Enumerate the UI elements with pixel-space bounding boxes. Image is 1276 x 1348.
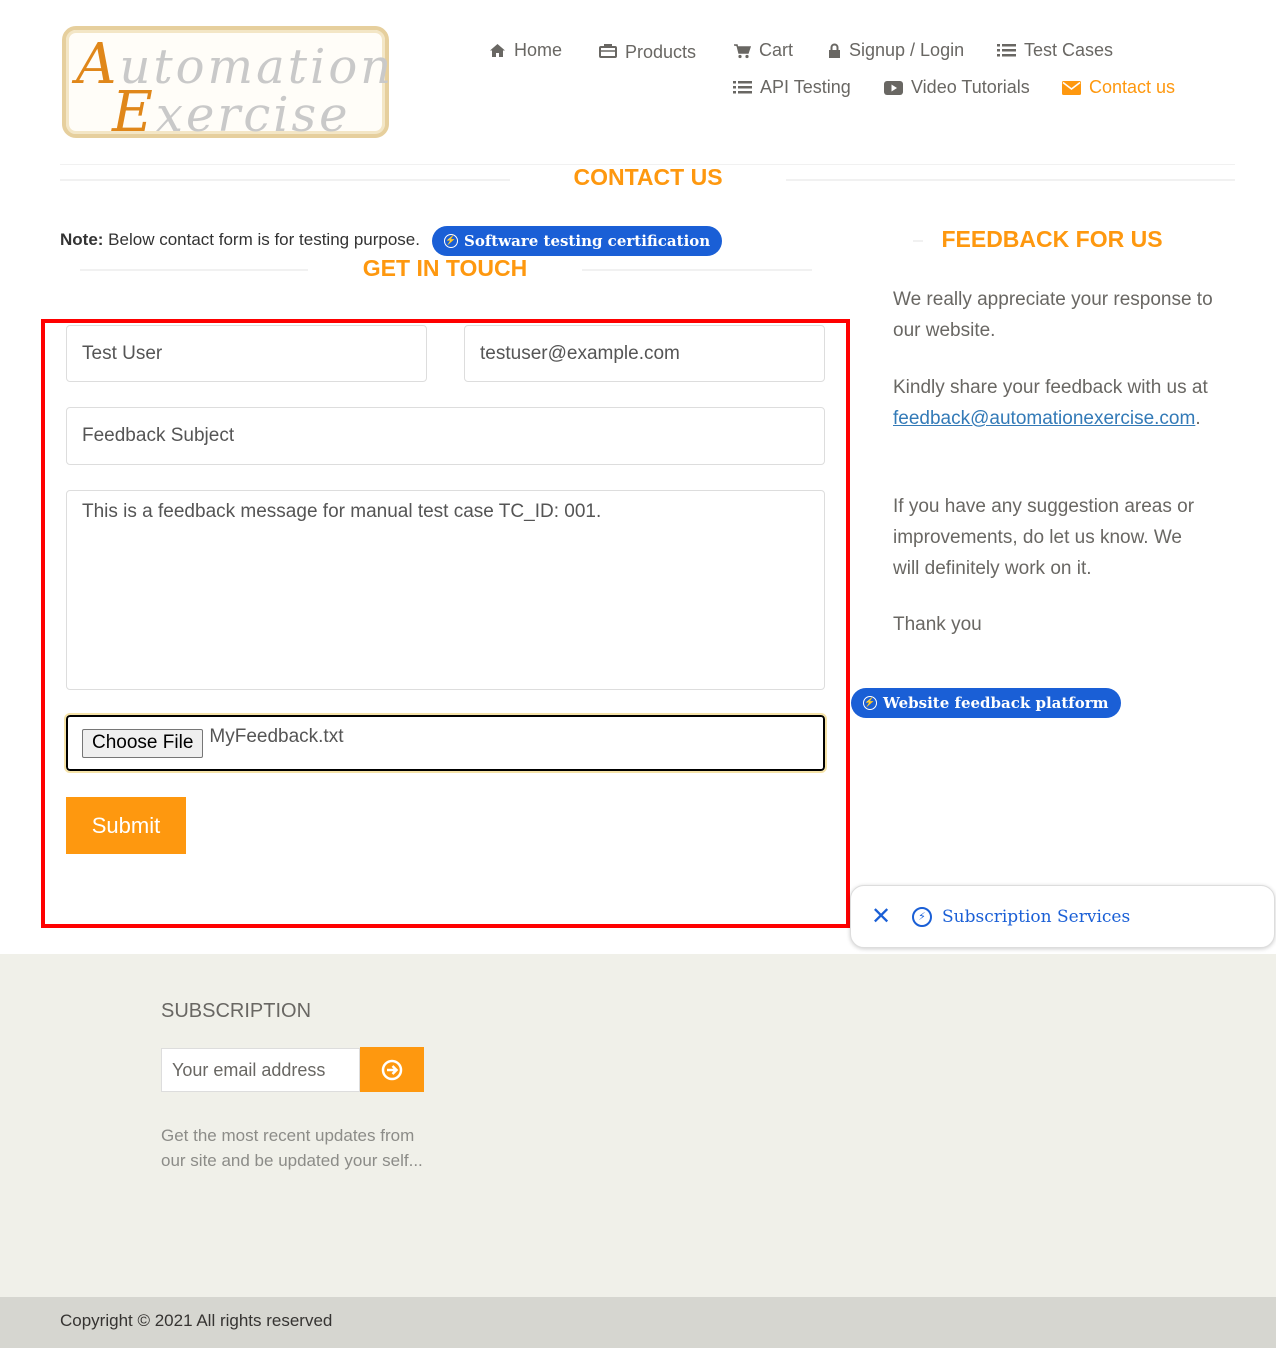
bolt-icon: ⚡: [863, 696, 877, 710]
title-rule-left: [60, 179, 510, 181]
form-note: Note: Below contact form is for testing …: [60, 230, 420, 250]
choose-file-button[interactable]: Choose File: [82, 728, 204, 758]
submit-button[interactable]: Submit: [66, 797, 186, 854]
feedback-platform-pill[interactable]: ⚡ Website feedback platform: [851, 688, 1121, 718]
contact-us-title: CONTACT US: [573, 164, 723, 190]
arrow-circle-right-icon: [381, 1059, 403, 1080]
nav-products-label: Products: [625, 42, 697, 62]
subscription-title: SUBSCRIPTION: [161, 1000, 312, 1022]
nav-home-label: Home: [514, 40, 563, 60]
subscription-services-label: Subscription Services: [942, 906, 1131, 927]
bolt-icon: ⚡: [912, 906, 932, 927]
feedback-paragraph-2: Kindly share your feedback with us at fe…: [893, 372, 1223, 434]
feedback-title: FEEDBACK FOR US: [941, 226, 1163, 252]
logo-letter-e: E: [112, 80, 156, 145]
site-logo[interactable]: Automation Exercise: [62, 26, 391, 145]
list-icon: [997, 44, 1016, 57]
get-in-touch-title: GET IN TOUCH: [362, 255, 528, 281]
subscribe-button[interactable]: [360, 1047, 424, 1092]
subject-input[interactable]: Feedback Subject: [66, 407, 825, 465]
email-input[interactable]: testuser@example.com: [464, 325, 825, 382]
nav-test-cases-label: Test Cases: [1024, 40, 1114, 60]
touch-rule-left: [80, 269, 308, 271]
name-input[interactable]: Test User: [66, 325, 427, 382]
nav-api-testing-label: API Testing: [760, 77, 851, 97]
subscription-services-ad[interactable]: ✕ ⚡ Subscription Services: [850, 885, 1275, 948]
cart-icon: [734, 43, 751, 58]
nav-video-tutorials[interactable]: Video Tutorials: [884, 77, 1030, 98]
close-icon[interactable]: ✕: [871, 902, 891, 931]
envelope-icon: [1062, 80, 1081, 95]
logo-text-line2: xercise: [155, 87, 351, 143]
subscription-description: Get the most recent updates from our sit…: [161, 1126, 423, 1170]
note-text: Below contact form is for testing purpos…: [103, 230, 420, 249]
feedback-thank-you: Thank you: [893, 614, 982, 635]
nav-signup-label: Signup / Login: [849, 40, 965, 60]
lock-icon: [829, 43, 840, 58]
nav-test-cases[interactable]: Test Cases: [997, 40, 1113, 61]
briefcase-icon: [599, 43, 617, 58]
home-icon: [490, 44, 505, 57]
list-icon: [733, 81, 752, 94]
certification-pill-label: Software testing certification: [464, 232, 711, 250]
nav-cart-label: Cart: [759, 40, 794, 60]
nav-signup-login[interactable]: Signup / Login: [828, 40, 964, 61]
copyright-text: Copyright © 2021 All rights reserved: [60, 1311, 333, 1330]
message-textarea[interactable]: This is a feedback message for manual te…: [66, 490, 825, 690]
feedback-rule-left: [913, 240, 923, 242]
selected-file-name: MyFeedback.txt: [209, 726, 344, 747]
feedback-paragraph-3: If you have any suggestion areas or impr…: [893, 496, 1195, 579]
bolt-icon: ⚡: [444, 234, 458, 248]
file-upload-input[interactable]: Choose File MyFeedback.txt: [64, 713, 827, 773]
nav-cart[interactable]: Cart: [733, 40, 793, 61]
note-label: Note:: [60, 230, 104, 249]
nav-api-testing[interactable]: API Testing: [733, 77, 851, 98]
title-rule-right: [786, 179, 1235, 181]
subscription-email-input[interactable]: Your email address: [161, 1048, 360, 1092]
nav-video-label: Video Tutorials: [911, 77, 1030, 97]
feedback-p2-suffix: .: [1195, 408, 1201, 429]
touch-rule-right: [582, 269, 812, 271]
nav-home[interactable]: Home: [489, 40, 562, 61]
certification-pill[interactable]: ⚡ Software testing certification: [432, 226, 723, 256]
nav-contact-label: Contact us: [1089, 77, 1176, 97]
nav-products[interactable]: Products: [599, 40, 697, 62]
nav-contact-us[interactable]: Contact us: [1062, 77, 1175, 98]
feedback-platform-pill-label: Website feedback platform: [883, 694, 1109, 712]
youtube-play-icon: [884, 80, 903, 95]
feedback-p2-prefix: Kindly share your feedback with us at: [893, 377, 1208, 398]
feedback-email-link[interactable]: feedback@automationexercise.com: [893, 408, 1195, 429]
feedback-paragraph-1: We really appreciate your response to ou…: [893, 289, 1213, 341]
